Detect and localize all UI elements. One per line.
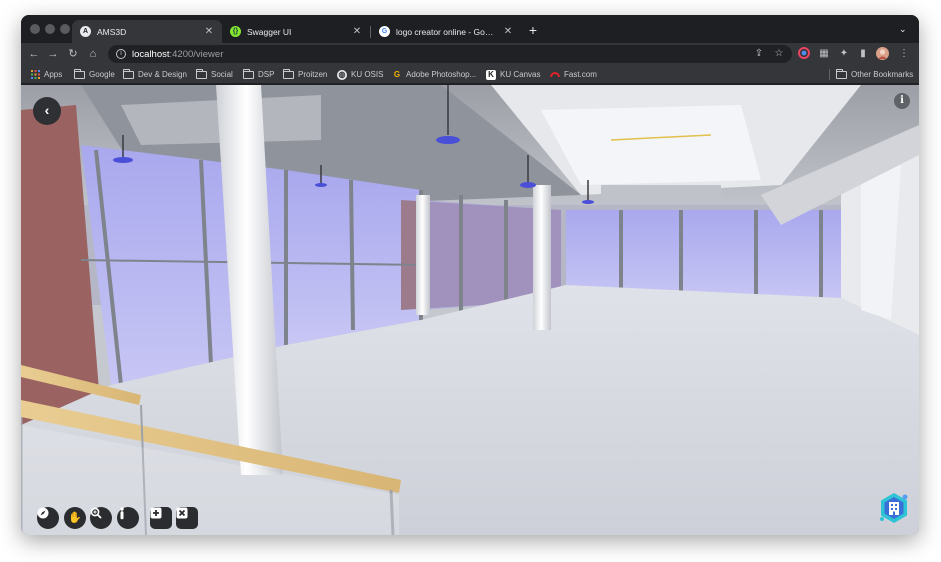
address-bar[interactable]: i localhost:4200/viewer <box>108 45 792 63</box>
zoom-icon[interactable] <box>90 507 112 529</box>
browser-window: A AMS3D ✕ {} Swagger UI ✕ G logo creator… <box>21 15 919 535</box>
back-button[interactable]: ‹ <box>33 97 61 125</box>
close-tab-icon[interactable]: ✕ <box>352 26 362 37</box>
folder-icon <box>836 68 847 79</box>
minimize-window-button[interactable] <box>45 24 55 34</box>
bookmark-adobe-photoshop[interactable]: G Adobe Photoshop... <box>392 68 476 81</box>
folder-icon <box>196 68 207 79</box>
google-icon: G <box>379 26 390 37</box>
column-back <box>416 195 430 315</box>
side-panel-icon[interactable]: ▮ <box>856 47 870 61</box>
extension-color-icon[interactable] <box>797 47 811 61</box>
bookmark-other[interactable]: Other Bookmarks <box>836 68 913 81</box>
bookmark-dsp[interactable]: DSP <box>243 68 274 81</box>
column-center <box>533 185 551 330</box>
bookmark-label: Social <box>211 70 233 79</box>
extension-grid-icon[interactable]: ▦ <box>817 47 831 61</box>
bookmarks-bar: Apps Google Dev & Design Social DSP Proi… <box>21 65 919 84</box>
url-path: :4200/viewer <box>169 48 224 60</box>
3d-scene <box>21 85 919 535</box>
home-icon[interactable]: ⌂ <box>86 47 100 61</box>
bookmark-label: Adobe Photoshop... <box>406 70 477 79</box>
glass-wall-right <box>566 210 841 300</box>
folder-icon <box>123 68 134 79</box>
bookmark-label: KU Canvas <box>500 70 541 79</box>
bookmark-label: Apps <box>44 70 63 79</box>
3d-viewer-canvas[interactable]: ‹ i ✋ <box>21 85 919 535</box>
tab-search-chevron-icon[interactable]: ⌄ <box>899 24 907 35</box>
tab-title: logo creator online - Google Se <box>396 26 497 37</box>
add-icon[interactable] <box>150 507 172 529</box>
maximize-window-button[interactable] <box>60 24 70 34</box>
tab-title: AMS3D <box>97 26 127 37</box>
bookmark-label: Google <box>89 70 115 79</box>
bookmark-ku-canvas[interactable]: K KU Canvas <box>486 68 540 81</box>
back-arrow-icon[interactable]: ← <box>27 47 41 61</box>
tab-title: Swagger UI <box>247 26 292 37</box>
bookmarks-divider <box>829 69 830 80</box>
browser-menu-icon[interactable]: ⋮ <box>897 47 911 61</box>
bookmark-label: Dev & Design <box>138 70 187 79</box>
close-tab-icon[interactable]: ✕ <box>503 26 513 37</box>
tab-google-search[interactable]: G logo creator online - Google Se ✕ <box>371 20 521 43</box>
site-info-icon[interactable]: i <box>116 49 126 59</box>
bookmark-dev-design[interactable]: Dev & Design <box>123 68 187 81</box>
globe-icon: ◍ <box>337 69 347 80</box>
new-tab-button[interactable]: + <box>525 22 541 38</box>
k-icon: K <box>486 69 496 80</box>
close-box-icon[interactable] <box>176 507 198 529</box>
share-icon[interactable]: ⇪ <box>752 47 766 61</box>
extensions-puzzle-icon[interactable]: ✦ <box>837 47 851 61</box>
folder-icon <box>74 68 85 79</box>
close-tab-icon[interactable]: ✕ <box>204 26 214 37</box>
bookmark-label: Fast.com <box>564 70 597 79</box>
hvac-duct <box>601 185 721 207</box>
bookmark-ku-osis[interactable]: ◍ KU OSIS <box>337 68 383 81</box>
folder-icon <box>243 68 254 79</box>
tab-strip: A AMS3D ✕ {} Swagger UI ✕ G logo creator… <box>21 15 919 43</box>
swagger-icon: {} <box>230 26 241 37</box>
ams3d-favicon-icon: A <box>80 26 91 37</box>
hand-pan-icon[interactable]: ✋ <box>64 507 86 529</box>
bookmark-label: KU OSIS <box>351 70 384 79</box>
close-window-button[interactable] <box>30 24 40 34</box>
bookmark-label: Other Bookmarks <box>851 70 914 79</box>
speedometer-icon <box>550 70 560 80</box>
bookmark-label: DSP <box>258 70 275 79</box>
bookmark-star-icon[interactable]: ☆ <box>772 47 786 61</box>
bookmark-fast-com[interactable]: Fast.com <box>550 68 597 81</box>
bookmark-social[interactable]: Social <box>196 68 233 81</box>
tab-swagger[interactable]: {} Swagger UI ✕ <box>222 20 370 43</box>
apps-grid-icon <box>30 70 40 80</box>
profile-avatar[interactable] <box>875 47 889 61</box>
bookmark-google[interactable]: Google <box>74 68 115 81</box>
url-host: localhost <box>132 48 170 60</box>
compass-icon[interactable] <box>37 507 59 529</box>
person-walk-icon[interactable] <box>117 507 139 529</box>
toolbar: ← → ↻ ⌂ i localhost:4200/viewer ⇪ ☆ ▦ ✦ … <box>21 43 919 65</box>
bookmark-apps[interactable]: Apps <box>30 68 62 81</box>
bookmark-label: Proitzen <box>298 70 328 79</box>
bookmark-proitzen[interactable]: Proitzen <box>283 68 327 81</box>
info-icon[interactable]: i <box>894 93 910 109</box>
forward-arrow-icon[interactable]: → <box>46 47 60 61</box>
folder-icon <box>283 68 294 79</box>
tab-ams3d[interactable]: A AMS3D ✕ <box>72 20 222 43</box>
reload-icon[interactable]: ↻ <box>66 47 80 61</box>
google-g-icon: G <box>393 70 401 79</box>
ams3d-logo-icon[interactable] <box>878 492 910 524</box>
